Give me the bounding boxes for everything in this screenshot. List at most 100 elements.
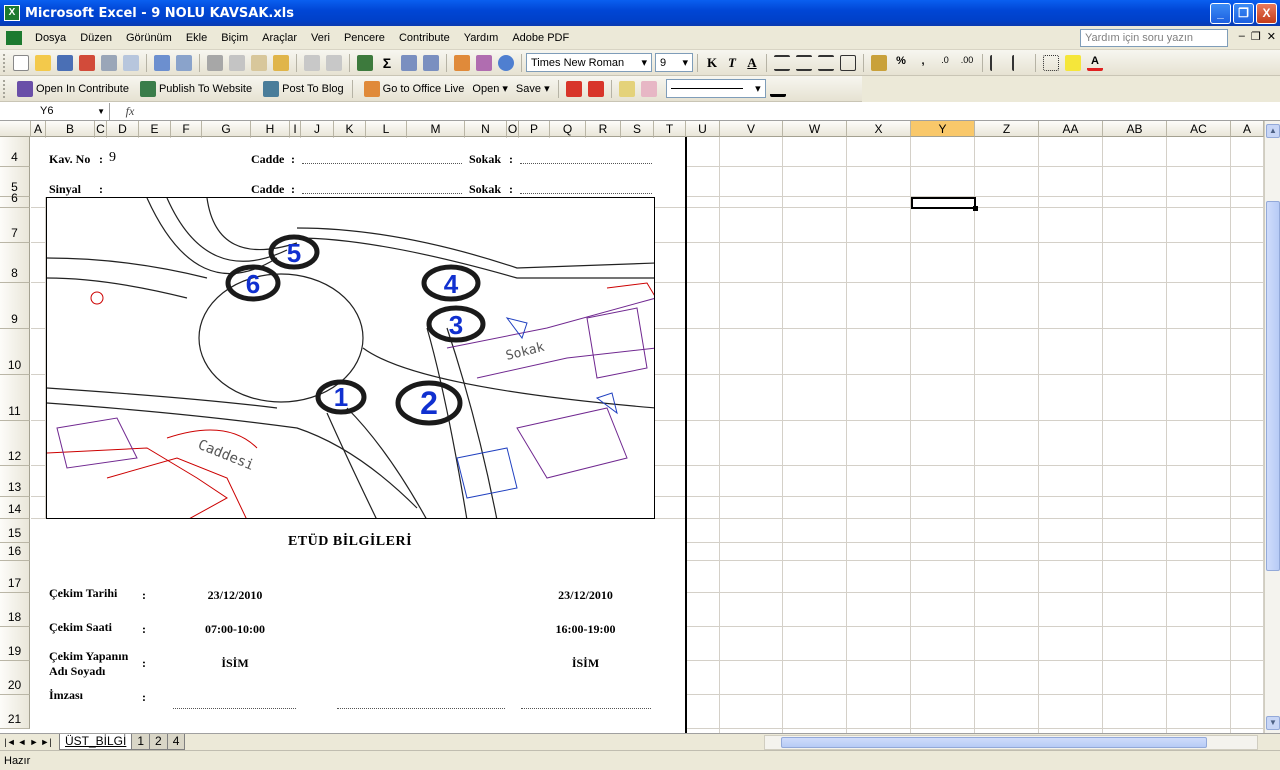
menu-araclar[interactable]: Araçlar: [255, 32, 304, 44]
signature-line-1[interactable]: [173, 708, 296, 709]
close-button[interactable]: X: [1256, 3, 1277, 24]
font-size-select[interactable]: 9 ▾: [655, 53, 693, 72]
sokak-input-line-row4[interactable]: [520, 163, 652, 164]
column-header[interactable]: Z: [975, 121, 1039, 137]
column-header[interactable]: R: [586, 121, 621, 137]
doc-restore-icon[interactable]: ❐: [1251, 30, 1261, 43]
intersection-map-image[interactable]: 1 2 3 4 5 6 Sokak Caddesi: [46, 197, 655, 519]
column-header[interactable]: D: [107, 121, 139, 137]
row-header[interactable]: 20: [0, 661, 30, 695]
row-header[interactable]: 9: [0, 283, 30, 329]
select-all-corner[interactable]: [0, 121, 31, 137]
align-left-icon[interactable]: [774, 54, 790, 71]
sokak-input-line-row5[interactable]: [520, 193, 652, 194]
column-header[interactable]: E: [139, 121, 171, 137]
doc-close-icon[interactable]: ✕: [1267, 30, 1276, 43]
line-color-icon[interactable]: [769, 81, 786, 97]
column-header[interactable]: J: [301, 121, 334, 137]
align-center-icon[interactable]: [796, 54, 812, 71]
save-icon[interactable]: [57, 54, 73, 71]
borders-icon[interactable]: [1043, 54, 1059, 71]
toolbar-grip[interactable]: [3, 53, 6, 72]
undo-icon[interactable]: [304, 54, 320, 71]
sheet-tab-1[interactable]: 1: [131, 734, 151, 750]
permission-icon[interactable]: [79, 54, 95, 71]
hyperlink-icon[interactable]: [357, 54, 373, 71]
column-header[interactable]: Y: [911, 121, 975, 137]
draw-border-icon[interactable]: [618, 80, 635, 97]
row-header[interactable]: 6: [0, 191, 30, 208]
spelling-icon[interactable]: [154, 54, 170, 71]
row-header[interactable]: 10: [0, 329, 30, 375]
sort-descending-icon[interactable]: [423, 54, 439, 71]
cut-icon[interactable]: [207, 54, 223, 71]
line-style-select[interactable]: ▾: [665, 79, 766, 98]
cekim-tarihi-value-2[interactable]: 23/12/2010: [518, 588, 653, 603]
menu-ekle[interactable]: Ekle: [179, 32, 214, 44]
percent-icon[interactable]: %: [893, 55, 909, 71]
bold-button[interactable]: K: [702, 55, 722, 71]
research-icon[interactable]: [176, 54, 192, 71]
row-header[interactable]: 7: [0, 208, 30, 243]
column-header[interactable]: Q: [550, 121, 586, 137]
row-header[interactable]: 21: [0, 695, 30, 729]
excel-app-icon[interactable]: X: [4, 5, 20, 21]
post-to-blog-button[interactable]: Post To Blog: [256, 80, 348, 97]
italic-button[interactable]: T: [722, 55, 742, 71]
column-header[interactable]: B: [46, 121, 95, 137]
sort-ascending-icon[interactable]: [401, 54, 417, 71]
column-header[interactable]: W: [783, 121, 847, 137]
open-in-contribute-button[interactable]: Open In Contribute: [10, 80, 133, 97]
column-header[interactable]: L: [366, 121, 407, 137]
chevron-down-icon[interactable]: ▼: [97, 107, 105, 116]
font-color-icon[interactable]: A: [1087, 55, 1103, 71]
save-dropdown-button[interactable]: Save ▾: [512, 82, 554, 96]
autosum-icon[interactable]: Σ: [379, 55, 395, 71]
workbook-icon[interactable]: [6, 30, 22, 45]
column-header[interactable]: A: [31, 121, 46, 137]
column-header[interactable]: S: [621, 121, 654, 137]
cekim-yapan-value-1[interactable]: İSİM: [170, 656, 300, 671]
comma-icon[interactable]: ,: [915, 55, 931, 71]
scroll-up-icon[interactable]: ▲: [1266, 124, 1280, 138]
column-header[interactable]: P: [519, 121, 550, 137]
column-header[interactable]: AB: [1103, 121, 1167, 137]
column-header[interactable]: I: [290, 121, 301, 137]
column-header[interactable]: C: [95, 121, 107, 137]
formula-input[interactable]: [150, 103, 1280, 120]
prev-sheet-icon[interactable]: ◄: [16, 737, 28, 747]
restore-button[interactable]: ❐: [1233, 3, 1254, 24]
row-header[interactable]: 13: [0, 466, 30, 497]
decrease-decimal-icon[interactable]: .00: [959, 55, 975, 71]
copy-icon[interactable]: [229, 54, 245, 71]
column-header[interactable]: G: [202, 121, 251, 137]
chart-wizard-icon[interactable]: [454, 54, 470, 71]
minimize-button[interactable]: _: [1210, 3, 1231, 24]
erase-border-icon[interactable]: [640, 80, 657, 97]
decrease-indent-icon[interactable]: [990, 54, 1006, 71]
convert-to-pdf-icon[interactable]: [565, 80, 582, 97]
publish-to-website-button[interactable]: Publish To Website: [133, 80, 256, 97]
scroll-down-icon[interactable]: ▼: [1266, 716, 1280, 730]
format-painter-icon[interactable]: [273, 54, 289, 71]
kav-no-value[interactable]: 9: [109, 150, 116, 166]
row-header[interactable]: 8: [0, 243, 30, 283]
signature-line-2[interactable]: [337, 708, 505, 709]
toolbar-grip[interactable]: [3, 79, 6, 98]
row-header[interactable]: 15: [0, 519, 30, 543]
cadde-input-line-row4[interactable]: [302, 163, 462, 164]
open-icon[interactable]: [35, 54, 51, 71]
help-icon[interactable]: [498, 54, 514, 71]
increase-indent-icon[interactable]: [1012, 54, 1028, 71]
cekim-saati-value-1[interactable]: 07:00-10:00: [170, 622, 300, 637]
drawing-icon[interactable]: [476, 54, 492, 71]
cekim-tarihi-value-1[interactable]: 23/12/2010: [170, 588, 300, 603]
print-icon[interactable]: [101, 54, 117, 71]
row-header[interactable]: 16: [0, 543, 30, 561]
menu-gorunum[interactable]: Görünüm: [119, 32, 179, 44]
underline-button[interactable]: A: [742, 55, 762, 71]
convert-and-email-icon[interactable]: [587, 80, 604, 97]
print-preview-icon[interactable]: [123, 54, 139, 71]
column-header[interactable]: H: [251, 121, 290, 137]
name-box[interactable]: Y6 ▼: [0, 102, 110, 120]
